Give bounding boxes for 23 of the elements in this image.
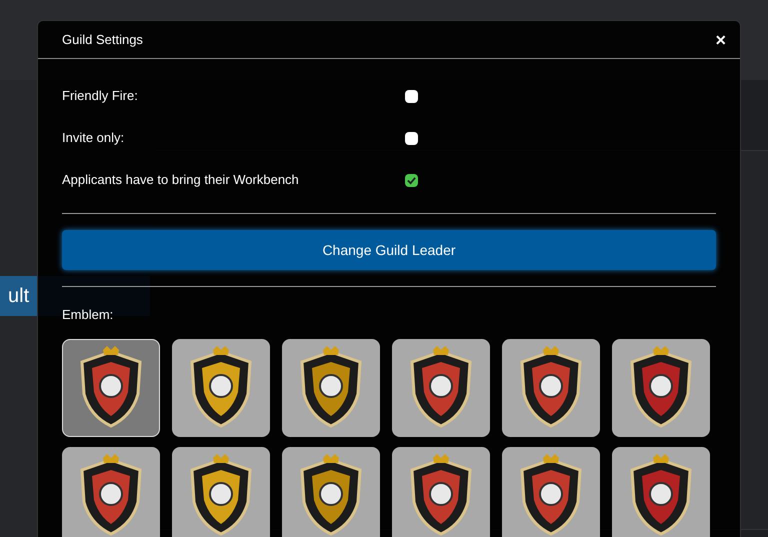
emblem-option[interactable] <box>502 446 600 537</box>
emblem-option[interactable] <box>282 446 380 537</box>
option-label: Friendly Fire: <box>62 87 139 106</box>
checkbox[interactable] <box>405 174 418 186</box>
close-button[interactable]: × <box>711 30 730 48</box>
emblem-option[interactable] <box>62 338 160 436</box>
emblem-option[interactable] <box>392 446 490 537</box>
emblem-option[interactable] <box>392 338 490 436</box>
change-leader-button[interactable]: Change Guild Leader <box>62 230 716 270</box>
option-label: Applicants have to bring their Workbench <box>62 171 300 190</box>
emblem-option[interactable] <box>62 446 160 537</box>
checkbox[interactable] <box>405 132 418 144</box>
option-label: Invite only: <box>62 129 126 148</box>
checkbox[interactable] <box>405 90 418 102</box>
emblem-option[interactable] <box>612 446 710 537</box>
emblem-option[interactable] <box>282 338 380 436</box>
emblem-option[interactable] <box>502 338 600 436</box>
emblem-option[interactable] <box>172 446 270 537</box>
emblem-option[interactable] <box>172 338 270 436</box>
emblem-option[interactable] <box>612 338 710 436</box>
emblem-label: Emblem: <box>62 306 114 324</box>
check-icon <box>407 176 416 184</box>
dialog-title: Guild Settings <box>62 30 143 49</box>
